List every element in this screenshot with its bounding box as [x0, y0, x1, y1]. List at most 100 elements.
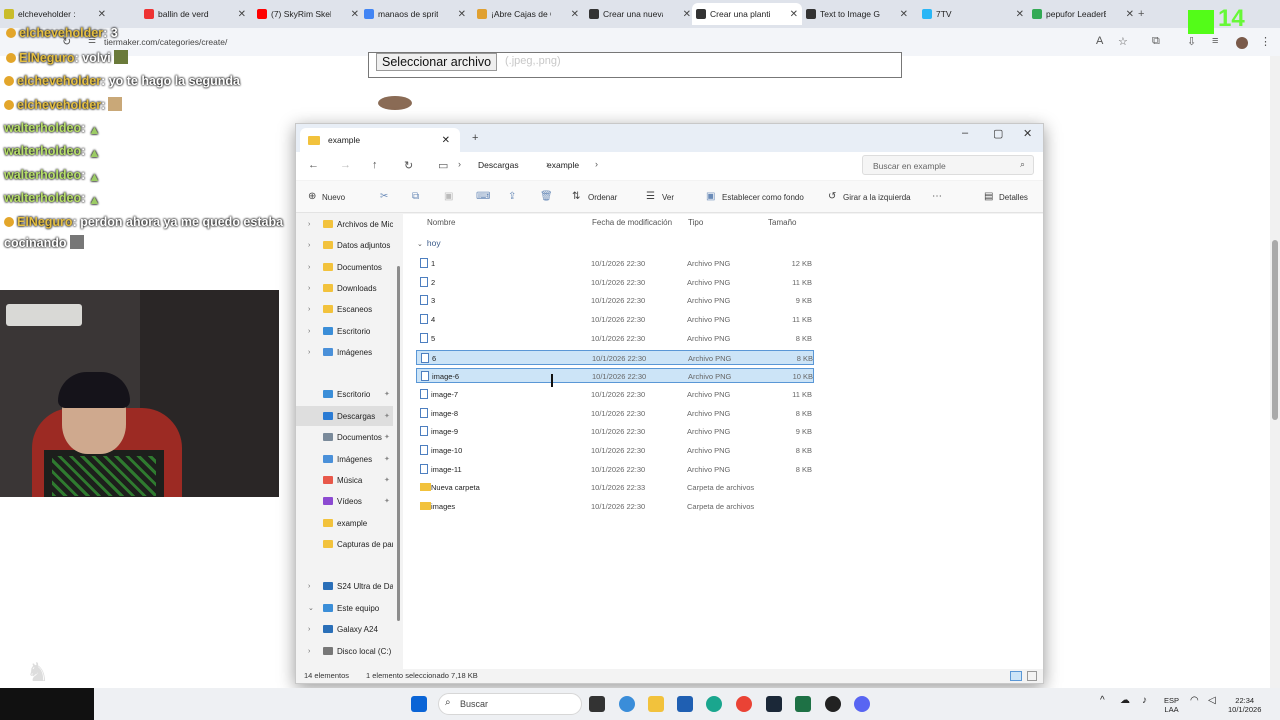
- nav-item[interactable]: › Escritorio: [296, 321, 393, 341]
- browser-tab[interactable]: (7) SkyRim Skele ✕: [253, 3, 363, 25]
- rotate-left-button[interactable]: Girar a la izquierda: [843, 193, 911, 202]
- cloud-icon[interactable]: ☁: [1120, 696, 1130, 706]
- edge-icon[interactable]: [706, 696, 722, 712]
- set-background-button[interactable]: Establecer como fondo: [722, 193, 804, 202]
- browser-tab[interactable]: elcheveholder : 2 ✕: [0, 3, 110, 25]
- file-row[interactable]: image-10 10/1/2026 22:30 Archivo PNG 8 KB: [416, 443, 814, 458]
- chevron-right-icon[interactable]: ›: [308, 264, 310, 271]
- chevron-right-icon[interactable]: ›: [308, 306, 310, 313]
- nav-item[interactable]: › Documentos: [296, 257, 393, 277]
- chevron-right-icon[interactable]: ›: [308, 583, 310, 590]
- delete-icon[interactable]: 🗑: [540, 191, 553, 202]
- bookmark-star-icon[interactable]: ☆: [1118, 35, 1128, 48]
- close-tab-icon[interactable]: ✕: [238, 9, 246, 20]
- chevron-right-icon[interactable]: ›: [308, 242, 310, 249]
- nav-item[interactable]: ⌄ Este equipo: [296, 598, 393, 618]
- tray-chevron-icon[interactable]: ^: [1100, 696, 1105, 706]
- nav-item[interactable]: › Escaneos: [296, 299, 393, 319]
- new-tab-icon[interactable]: +: [1138, 8, 1144, 20]
- file-row[interactable]: 5 10/1/2026 22:30 Archivo PNG 8 KB: [416, 331, 814, 346]
- profile-avatar[interactable]: [1236, 37, 1248, 49]
- chevron-right-icon[interactable]: ›: [308, 221, 310, 228]
- copy-icon[interactable]: ⧉: [412, 191, 419, 202]
- new-button[interactable]: Nuevo: [322, 193, 345, 202]
- store-icon[interactable]: [677, 696, 693, 712]
- breadcrumb-example[interactable]: example: [547, 160, 579, 170]
- nav-item[interactable]: › Downloads: [296, 278, 393, 298]
- nav-item[interactable]: Imágenes ✦: [296, 449, 393, 469]
- chevron-right-icon[interactable]: ›: [308, 626, 310, 633]
- obs-icon[interactable]: [825, 696, 841, 712]
- nav-item[interactable]: Descargas ✦: [296, 406, 393, 426]
- taskbar-search[interactable]: ⌕ Buscar: [438, 693, 582, 715]
- file-row[interactable]: Nueva carpeta 10/1/2026 22:33 Carpeta de a…: [416, 480, 814, 495]
- extensions-icon[interactable]: ⧉: [1152, 35, 1160, 48]
- rename-icon[interactable]: ⌨: [476, 191, 490, 202]
- close-tab-icon[interactable]: ✕: [790, 9, 798, 20]
- close-window-icon[interactable]: ✕: [1023, 127, 1032, 140]
- browser-tab[interactable]: ¡Abre Cajas de CS ✕: [473, 3, 583, 25]
- details-view-icon[interactable]: [1010, 671, 1022, 681]
- col-type[interactable]: Tipo: [688, 218, 703, 227]
- file-row[interactable]: 2 10/1/2026 22:30 Archivo PNG 11 KB: [416, 275, 814, 290]
- file-explorer-icon[interactable]: [648, 696, 664, 712]
- refresh-icon[interactable]: ↻: [404, 159, 413, 172]
- file-row[interactable]: 1 10/1/2026 22:30 Archivo PNG 12 KB: [416, 256, 814, 271]
- discord-icon[interactable]: [854, 696, 870, 712]
- col-size[interactable]: Tamaño: [768, 218, 796, 227]
- browser-tab[interactable]: Text to Image Gen ✕: [802, 3, 912, 25]
- page-scrollbar-thumb[interactable]: [1272, 240, 1278, 420]
- paste-icon[interactable]: ▣: [444, 191, 453, 202]
- maximize-icon[interactable]: ▢: [993, 127, 1003, 140]
- nav-item[interactable]: Vídeos ✦: [296, 491, 393, 511]
- chevron-right-icon[interactable]: ›: [308, 328, 310, 335]
- file-row[interactable]: image-11 10/1/2026 22:30 Archivo PNG 8 KB: [416, 462, 814, 477]
- wifi-icon[interactable]: ◠: [1190, 696, 1199, 706]
- file-row[interactable]: image-8 10/1/2026 22:30 Archivo PNG 8 KB: [416, 406, 814, 421]
- close-tab-icon[interactable]: ✕: [571, 9, 579, 20]
- file-row[interactable]: 4 10/1/2026 22:30 Archivo PNG 11 KB: [416, 312, 814, 327]
- mic-icon[interactable]: ♪: [1142, 696, 1147, 706]
- file-row[interactable]: images 10/1/2026 22:30 Carpeta de archivos: [416, 499, 814, 514]
- language-indicator[interactable]: ESP LAA: [1164, 696, 1179, 714]
- new-tab-icon[interactable]: +: [472, 132, 478, 144]
- tiles-view-icon[interactable]: [1027, 671, 1037, 681]
- nav-item[interactable]: › Imágenes: [296, 342, 393, 362]
- breadcrumb-downloads[interactable]: Descargas: [478, 160, 519, 170]
- start-icon[interactable]: [411, 696, 427, 712]
- excel-icon[interactable]: [795, 696, 811, 712]
- explorer-search[interactable]: Buscar en example ⌕: [862, 155, 1034, 175]
- browser-tab[interactable]: Crear una nueva ✕: [585, 3, 695, 25]
- nav-item[interactable]: › Galaxy A24: [296, 619, 393, 639]
- task-view-icon[interactable]: [589, 696, 605, 712]
- close-tab-icon[interactable]: ✕: [351, 9, 359, 20]
- details-button[interactable]: Detalles: [999, 193, 1028, 202]
- col-name[interactable]: Nombre: [427, 218, 455, 227]
- close-tab-icon[interactable]: ✕: [900, 9, 908, 20]
- menu-icon[interactable]: ⋮: [1260, 35, 1271, 48]
- nav-item[interactable]: › Datos adjuntos: [296, 235, 393, 255]
- close-tab-icon[interactable]: ✕: [1126, 9, 1134, 20]
- nav-item[interactable]: Escritorio ✦: [296, 384, 393, 404]
- volume-icon[interactable]: ◁: [1208, 696, 1216, 706]
- translate-icon[interactable]: A: [1096, 35, 1103, 47]
- browser-tab[interactable]: Crear una plantilla ✕: [692, 3, 802, 25]
- monitor-icon[interactable]: ▭: [438, 159, 448, 172]
- clock[interactable]: 22:34 10/1/2026: [1228, 696, 1261, 714]
- file-row[interactable]: image-6 10/1/2026 22:30 Archivo PNG 10 KB: [416, 368, 814, 384]
- chevron-down-icon[interactable]: ⌄: [308, 604, 314, 612]
- minimize-icon[interactable]: –: [962, 127, 968, 139]
- nav-item[interactable]: Música ✦: [296, 470, 393, 490]
- chevron-right-icon[interactable]: ›: [308, 285, 310, 292]
- up-icon[interactable]: ↑: [372, 159, 378, 171]
- close-tab-icon[interactable]: ✕: [458, 9, 466, 20]
- browser-tab[interactable]: manaos de sprite ✕: [360, 3, 470, 25]
- copilot-icon[interactable]: [619, 696, 635, 712]
- sort-button[interactable]: Ordenar: [588, 193, 617, 202]
- cut-icon[interactable]: ✂: [380, 191, 388, 202]
- file-row[interactable]: 6 10/1/2026 22:30 Archivo PNG 8 KB: [416, 349, 814, 365]
- file-row[interactable]: image-9 10/1/2026 22:30 Archivo PNG 9 KB: [416, 424, 814, 439]
- select-file-button[interactable]: Seleccionar archivo: [376, 53, 498, 71]
- nav-item[interactable]: › S24 Ultra de Danc: [296, 576, 393, 596]
- file-row[interactable]: 3 10/1/2026 22:30 Archivo PNG 9 KB: [416, 293, 814, 308]
